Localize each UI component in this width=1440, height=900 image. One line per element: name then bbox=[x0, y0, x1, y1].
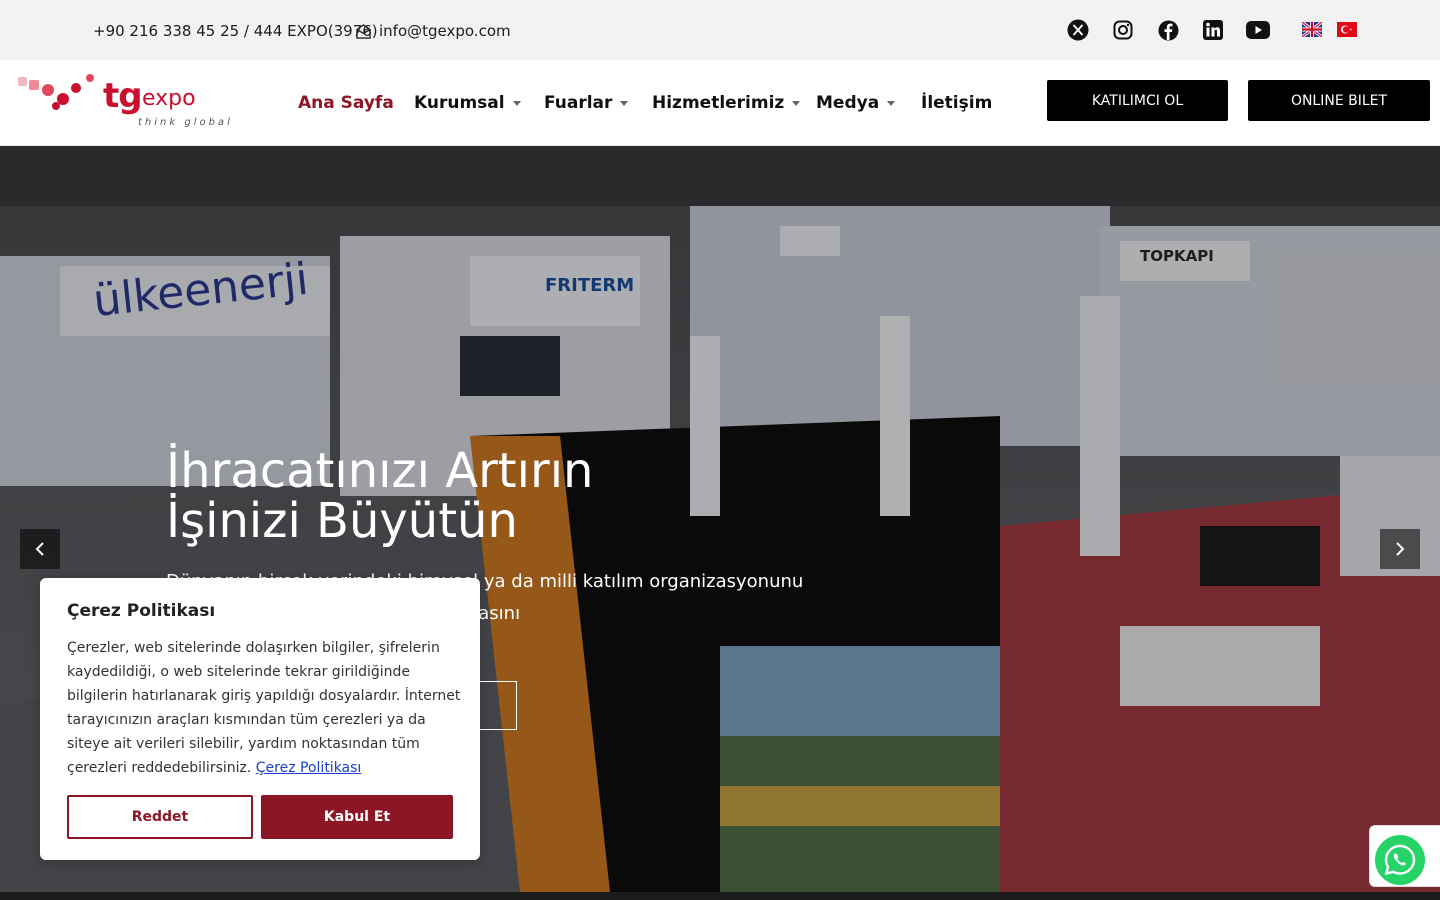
main-header: tg expo think global Ana Sayfa Kurumsal … bbox=[0, 60, 1440, 146]
linkedin-icon[interactable] bbox=[1201, 18, 1225, 42]
katilimci-ol-button[interactable]: KATILIMCI OL bbox=[1047, 80, 1228, 121]
tgexpo-logo[interactable]: tg expo think global bbox=[18, 72, 233, 132]
online-bilet-button[interactable]: ONLINE BILET bbox=[1248, 80, 1430, 121]
logo-expo: expo bbox=[142, 86, 196, 111]
logo-tg: tg bbox=[103, 76, 143, 116]
nav-label: Fuarlar bbox=[544, 93, 613, 113]
slider-next-button[interactable] bbox=[1380, 529, 1420, 569]
reject-cookies-button[interactable]: Reddet bbox=[67, 795, 253, 839]
nav-ana-sayfa[interactable]: Ana Sayfa bbox=[298, 93, 394, 113]
whatsapp-button[interactable] bbox=[1375, 835, 1425, 885]
nav-label: Ana Sayfa bbox=[298, 93, 394, 113]
youtube-icon[interactable] bbox=[1246, 18, 1270, 42]
hero-title: İhracatınızı Artırın İşinizi Büyütün bbox=[166, 446, 593, 546]
nav-label: Kurumsal bbox=[414, 93, 505, 113]
nav-hizmetlerimiz[interactable]: Hizmetlerimiz bbox=[652, 93, 801, 113]
chevron-right-icon bbox=[1396, 542, 1405, 556]
cookie-policy-link[interactable]: Çerez Politikası bbox=[256, 760, 362, 776]
envelope-icon bbox=[356, 23, 371, 39]
caret-down-icon bbox=[792, 100, 801, 106]
whatsapp-icon bbox=[1384, 844, 1416, 876]
caret-down-icon bbox=[887, 100, 896, 106]
logo-tagline: think global bbox=[138, 117, 233, 128]
nav-medya[interactable]: Medya bbox=[816, 93, 896, 113]
caret-down-icon bbox=[620, 100, 629, 106]
slider-prev-button[interactable] bbox=[20, 529, 60, 569]
cookie-body: Çerezler, web sitelerinde dolaşırken bil… bbox=[67, 636, 467, 780]
nav-iletisim[interactable]: İletişim bbox=[921, 93, 992, 113]
nav-label: Medya bbox=[816, 93, 880, 113]
page-bottom-strip bbox=[0, 892, 1440, 900]
accept-cookies-button[interactable]: Kabul Et bbox=[261, 795, 453, 839]
chevron-left-icon bbox=[35, 542, 44, 556]
nav-label: İletişim bbox=[921, 93, 993, 113]
nav-label: Hizmetlerimiz bbox=[652, 93, 785, 113]
en-flag-icon[interactable] bbox=[1301, 20, 1323, 39]
caret-down-icon bbox=[512, 100, 521, 106]
top-bar: +90 216 338 45 25 / 444 EXPO(3976) info@… bbox=[0, 0, 1440, 60]
tr-flag-icon[interactable] bbox=[1337, 22, 1357, 37]
nav-fuarlar[interactable]: Fuarlar bbox=[544, 93, 629, 113]
nav-kurumsal[interactable]: Kurumsal bbox=[414, 93, 521, 113]
logo-dots-icon bbox=[18, 74, 94, 110]
email-text: info@tgexpo.com bbox=[379, 22, 511, 40]
cookie-consent-popup: Çerez Politikası Çerezler, web sitelerin… bbox=[40, 578, 480, 860]
email-link[interactable]: info@tgexpo.com bbox=[356, 22, 511, 40]
instagram-icon[interactable] bbox=[1111, 18, 1135, 42]
cookie-body-text: Çerezler, web sitelerinde dolaşırken bil… bbox=[67, 640, 461, 776]
hero-title-line: İşinizi Büyütün bbox=[166, 493, 518, 549]
phone-number[interactable]: +90 216 338 45 25 / 444 EXPO(3976) bbox=[93, 22, 378, 40]
hero-title-line: İhracatınızı Artırın bbox=[166, 443, 594, 499]
facebook-icon[interactable] bbox=[1156, 18, 1180, 42]
x-icon[interactable] bbox=[1066, 18, 1090, 42]
cookie-title: Çerez Politikası bbox=[67, 601, 216, 621]
